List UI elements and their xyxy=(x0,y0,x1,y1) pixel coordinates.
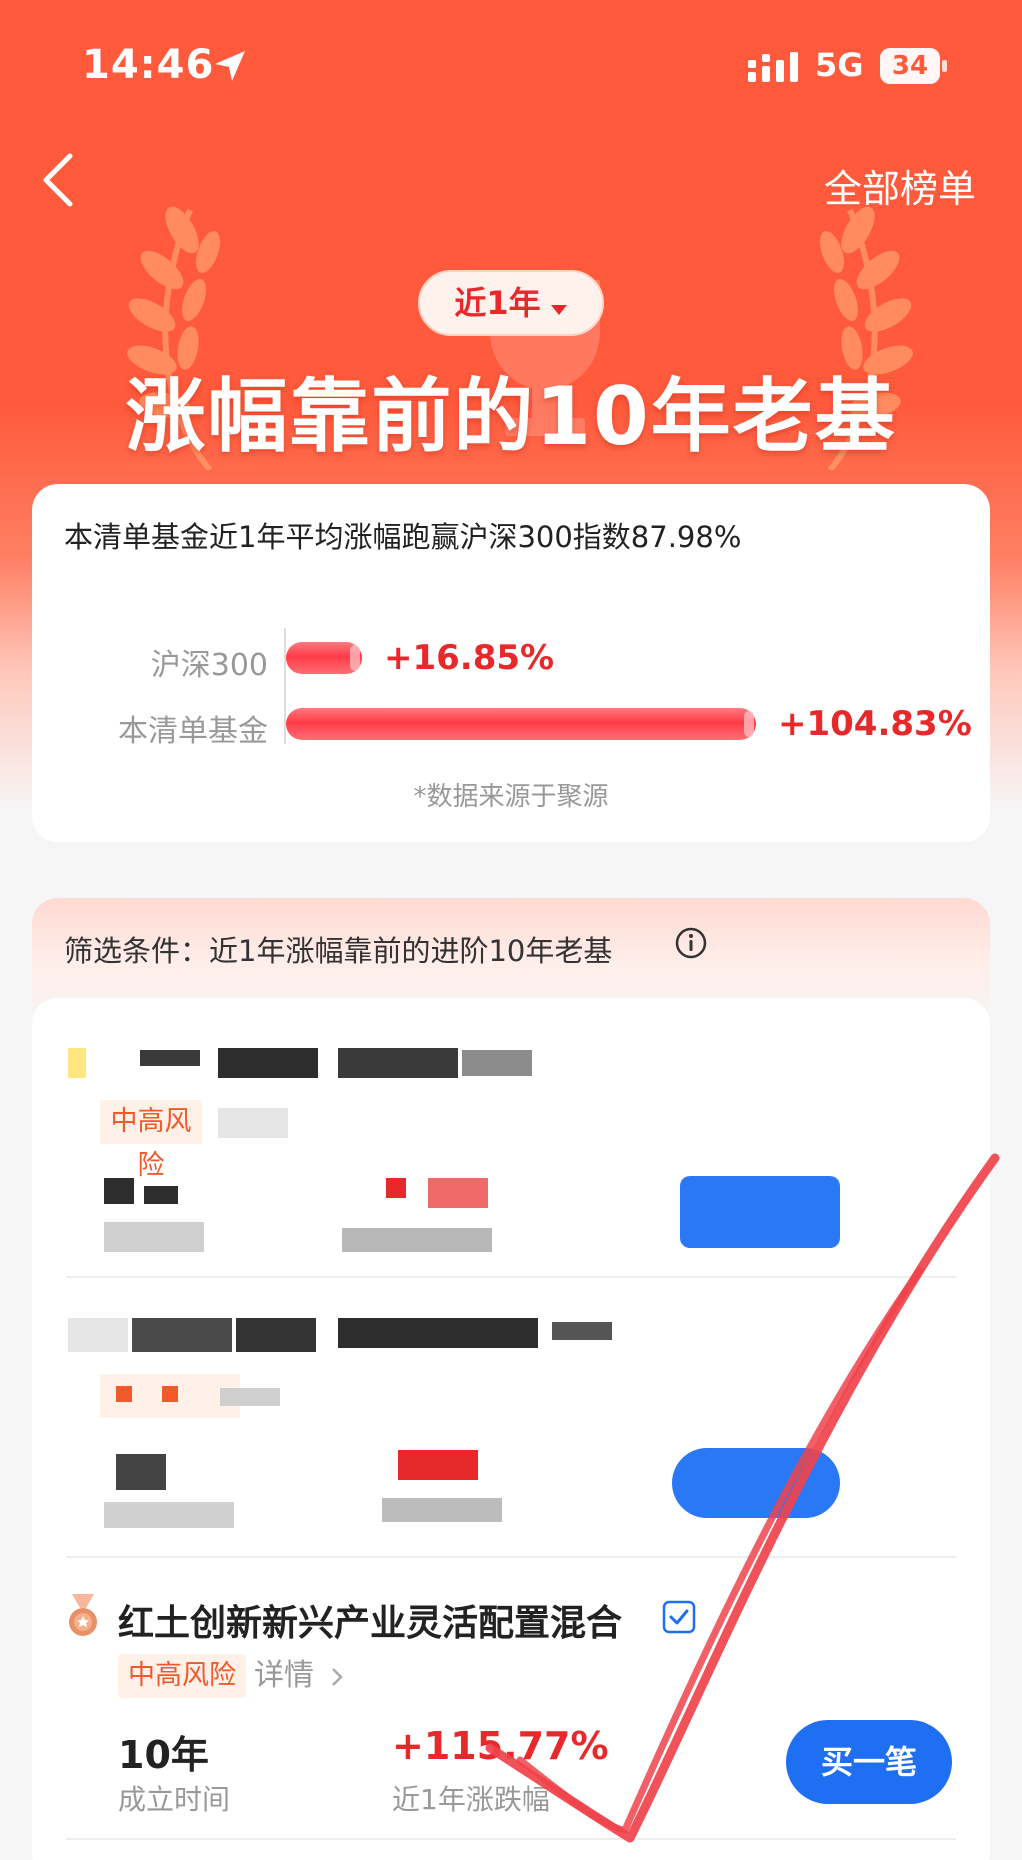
signal-icon xyxy=(748,52,798,82)
location-arrow-icon xyxy=(215,51,245,81)
detail-label: 详情 xyxy=(254,1658,314,1693)
battery-level: 34 xyxy=(880,48,940,84)
redacted-pixel xyxy=(68,1048,86,1078)
back-icon[interactable] xyxy=(36,150,82,210)
verified-icon xyxy=(662,1600,696,1634)
redacted-pixel xyxy=(144,1186,178,1204)
redacted-pixel xyxy=(236,1318,316,1352)
redacted-risk-tag: 中高风险 xyxy=(100,1100,202,1181)
bar-label-list-funds: 本清单基金 xyxy=(118,714,268,749)
redacted-pixel xyxy=(338,1048,458,1078)
filter-text: 筛选条件：近1年涨幅靠前的进阶10年老基 xyxy=(64,934,613,968)
period-selector[interactable]: 近1年 xyxy=(418,270,604,336)
bar-value-list-funds: +104.83% xyxy=(778,704,972,744)
redacted-pixel xyxy=(116,1454,166,1490)
page-title: 涨幅靠前的10年老基 xyxy=(125,370,897,463)
fund-list: 中高风险 红土创新新兴产业灵活配置混合 中高风险 详情 10年 成立时间 +11… xyxy=(32,998,990,1860)
redacted-pixel xyxy=(386,1178,406,1198)
redacted-pixel xyxy=(116,1386,132,1402)
summary-headline: 本清单基金近1年平均涨幅跑赢沪深300指数87.98% xyxy=(64,520,742,554)
redacted-pixel xyxy=(382,1498,502,1522)
data-source-note: *数据来源于聚源 xyxy=(413,782,609,812)
redacted-fund-row-2 xyxy=(32,1278,990,1538)
bar-csi300 xyxy=(286,642,362,674)
bar-value-csi300: +16.85% xyxy=(384,638,555,678)
redacted-fund-row-1: 中高风险 xyxy=(32,998,990,1278)
period-label: 近1年 xyxy=(454,284,541,322)
return-1y-label: 近1年涨跌幅 xyxy=(392,1783,550,1816)
buy-button[interactable]: 买一笔 xyxy=(786,1720,952,1804)
redacted-pixel xyxy=(132,1318,232,1352)
redacted-pixel xyxy=(68,1318,128,1352)
risk-tag: 中高风险 xyxy=(118,1654,246,1698)
filter-band: 筛选条件：近1年涨幅靠前的进阶10年老基 xyxy=(32,898,990,1008)
list-divider xyxy=(66,1838,956,1840)
redacted-buy-button[interactable] xyxy=(680,1176,840,1248)
redacted-pixel xyxy=(220,1388,280,1406)
redacted-pixel xyxy=(104,1178,134,1204)
all-lists-link[interactable]: 全部榜单 xyxy=(824,158,976,213)
bar-label-csi300: 沪深300 xyxy=(150,648,268,683)
redacted-pixel xyxy=(140,1050,200,1066)
redacted-pixel xyxy=(462,1050,532,1076)
fund-detail-link[interactable]: 详情 xyxy=(254,1654,344,1698)
bar-list-funds xyxy=(286,708,756,740)
fund-name[interactable]: 红土创新新兴产业灵活配置混合 xyxy=(118,1594,622,1646)
battery-tip xyxy=(942,60,947,72)
status-time: 14:46 xyxy=(82,42,215,88)
info-icon[interactable] xyxy=(674,926,708,960)
battery-icon: 34 xyxy=(880,48,948,84)
status-bar: 14:46 5G 34 xyxy=(0,40,1022,100)
redacted-pixel xyxy=(342,1228,492,1252)
redacted-pixel xyxy=(338,1318,538,1348)
redacted-pixel xyxy=(162,1386,178,1402)
return-1y: +115.77% xyxy=(392,1724,609,1768)
redacted-buy-button[interactable] xyxy=(672,1448,840,1518)
list-divider xyxy=(66,1556,956,1558)
redacted-pixel xyxy=(218,1108,288,1138)
summary-card: 本清单基金近1年平均涨幅跑赢沪深300指数87.98% 沪深300 +16.85… xyxy=(32,484,990,842)
chevron-right-icon xyxy=(331,1667,343,1686)
redacted-pixel xyxy=(104,1502,234,1528)
network-type: 5G xyxy=(815,46,864,84)
redacted-pixel xyxy=(218,1048,318,1078)
bronze-medal-icon xyxy=(69,1594,97,1636)
redacted-pixel xyxy=(552,1322,612,1340)
redacted-pixel xyxy=(428,1178,488,1208)
established-years: 10年 xyxy=(118,1733,209,1777)
redacted-pixel xyxy=(104,1222,204,1252)
redacted-pixel xyxy=(398,1450,478,1480)
caret-down-icon xyxy=(550,304,567,315)
established-label: 成立时间 xyxy=(118,1783,231,1816)
